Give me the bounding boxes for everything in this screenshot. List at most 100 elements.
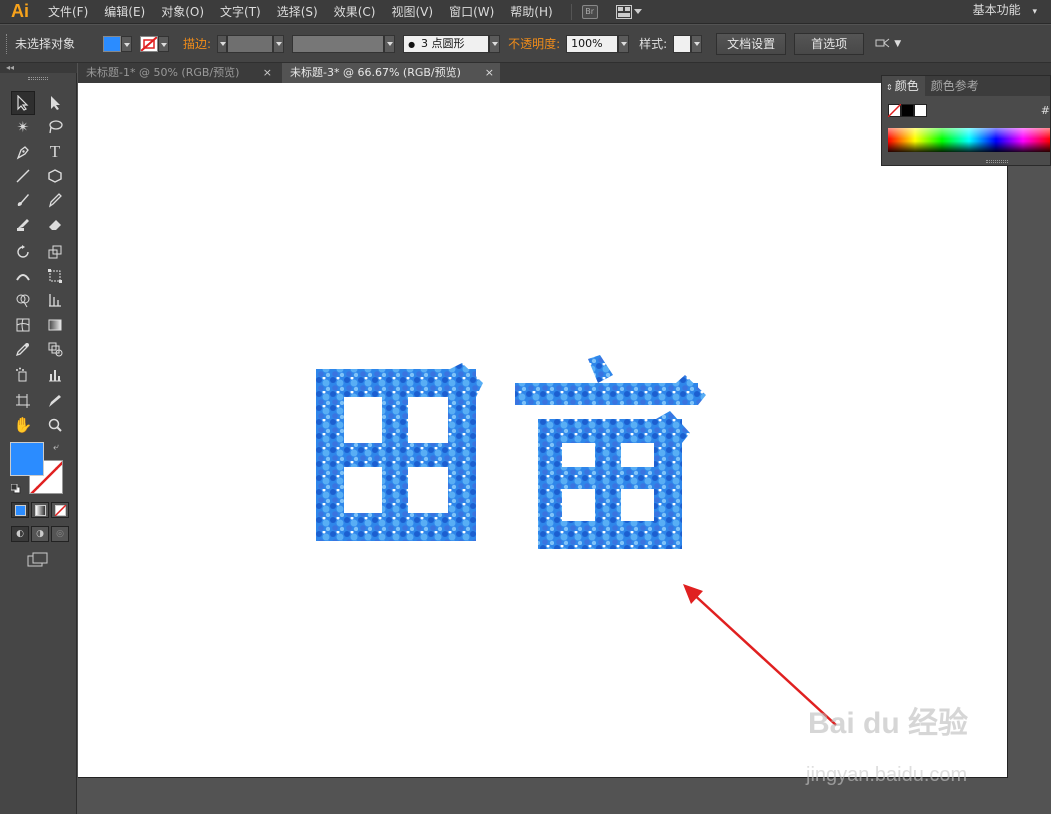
close-icon[interactable]: × bbox=[485, 63, 494, 83]
screen-mode-icon[interactable] bbox=[27, 552, 49, 571]
fill-swatch[interactable] bbox=[103, 35, 122, 52]
selection-tool-icon[interactable] bbox=[11, 91, 35, 115]
arrange-documents-button[interactable] bbox=[615, 4, 642, 19]
rotate-tool-icon[interactable] bbox=[11, 240, 35, 264]
blob-brush-tool-icon[interactable] bbox=[11, 212, 35, 236]
column-graph-tool-icon[interactable] bbox=[43, 363, 67, 387]
gradient-mode-button[interactable] bbox=[31, 502, 49, 518]
color-mode-button[interactable] bbox=[11, 502, 29, 518]
variable-width-field[interactable] bbox=[292, 34, 385, 53]
stroke-weight-field[interactable] bbox=[227, 34, 274, 53]
color-mode-buttons bbox=[11, 502, 69, 518]
tab-color-guide[interactable]: 颜色参考 bbox=[925, 76, 985, 96]
none-swatch-icon[interactable] bbox=[888, 104, 901, 117]
menu-type[interactable]: 文字(T) bbox=[212, 0, 269, 24]
direct-selection-tool-icon[interactable] bbox=[43, 91, 67, 115]
workspace-label: 基本功能 bbox=[972, 3, 1021, 17]
mesh-tool-icon[interactable] bbox=[11, 313, 35, 337]
menu-help[interactable]: 帮助(H) bbox=[502, 0, 560, 24]
fill-dropdown[interactable] bbox=[121, 35, 133, 52]
lasso-tool-icon[interactable] bbox=[43, 115, 67, 139]
style-swatch[interactable] bbox=[673, 34, 692, 53]
stroke-swatch[interactable] bbox=[140, 35, 159, 52]
paintbrush-tool-icon[interactable] bbox=[11, 188, 35, 212]
draw-normal-icon[interactable]: ◐ bbox=[11, 526, 29, 542]
width-tool-icon[interactable] bbox=[11, 264, 35, 288]
style-dropdown[interactable] bbox=[691, 34, 703, 53]
free-transform-tool-icon[interactable] bbox=[43, 264, 67, 288]
black-swatch[interactable] bbox=[901, 104, 914, 117]
menu-window[interactable]: 窗口(W) bbox=[441, 0, 502, 24]
panel-resize-grip[interactable] bbox=[986, 160, 1008, 163]
color-spectrum[interactable] bbox=[888, 128, 1050, 152]
opacity-field[interactable]: 100% bbox=[566, 34, 619, 53]
shape-builder-tool-icon[interactable] bbox=[11, 288, 35, 312]
blend-tool-icon[interactable] bbox=[43, 337, 67, 361]
stroke-weight-stepper[interactable] bbox=[217, 34, 228, 53]
baidu-watermark-brand: Bai du 经验 bbox=[808, 707, 969, 740]
opacity-dropdown[interactable] bbox=[618, 34, 630, 53]
scale-tool-icon[interactable] bbox=[43, 240, 67, 264]
menu-edit[interactable]: 编辑(E) bbox=[96, 0, 153, 24]
tab-untitled-3[interactable]: 未标题-3* @ 66.67% (RGB/预览) × bbox=[282, 63, 500, 83]
menu-select[interactable]: 选择(S) bbox=[269, 0, 326, 24]
collapse-toolbar-icon[interactable]: ◂◂ bbox=[0, 63, 77, 73]
menu-file[interactable]: 文件(F) bbox=[40, 0, 96, 24]
white-swatch[interactable] bbox=[914, 104, 927, 117]
toolbar-grip[interactable] bbox=[28, 77, 48, 80]
color-panel-tabs: ⇕ 颜色 颜色参考 bbox=[882, 76, 1050, 96]
menu-separator bbox=[570, 3, 572, 20]
color-panel: ⇕ 颜色 颜色参考 # bbox=[881, 75, 1051, 166]
stroke-weight-dropdown[interactable] bbox=[273, 34, 285, 53]
perspective-grid-tool-icon[interactable] bbox=[43, 288, 67, 312]
symbol-sprayer-tool-icon[interactable] bbox=[11, 363, 35, 387]
grip-handle[interactable] bbox=[6, 33, 9, 54]
artboard-tool-icon[interactable] bbox=[11, 389, 35, 413]
eraser-tool-icon[interactable] bbox=[43, 212, 67, 236]
chevron-down-icon bbox=[633, 8, 642, 14]
opacity-label[interactable]: 不透明度: bbox=[508, 35, 560, 52]
gradient-tool-icon[interactable] bbox=[43, 313, 67, 337]
eyedropper-tool-icon[interactable] bbox=[11, 337, 35, 361]
line-segment-tool-icon[interactable] bbox=[11, 164, 35, 188]
app-logo: Ai bbox=[11, 1, 29, 21]
workspace-switcher[interactable]: 基本功能 ▾ bbox=[973, 0, 1037, 22]
default-colors-icon[interactable] bbox=[10, 483, 21, 494]
zoom-tool-icon[interactable] bbox=[43, 413, 67, 437]
magic-wand-tool-icon[interactable]: ✴ bbox=[11, 115, 35, 139]
type-tool-icon[interactable]: T bbox=[43, 140, 67, 164]
draw-inside-icon[interactable]: ◎ bbox=[51, 526, 69, 542]
draw-behind-icon[interactable]: ◑ bbox=[31, 526, 49, 542]
glyph-mu[interactable] bbox=[515, 355, 706, 549]
tab-untitled-1[interactable]: 未标题-1* @ 50% (RGB/预览) × bbox=[78, 63, 278, 83]
close-icon[interactable]: × bbox=[263, 63, 272, 83]
tab-color[interactable]: ⇕ 颜色 bbox=[882, 76, 925, 96]
document-setup-button[interactable]: 文档设置 bbox=[716, 32, 787, 55]
panel-menu-button[interactable]: ▼ bbox=[874, 37, 901, 51]
hex-label: # bbox=[1040, 104, 1050, 117]
none-fill-icon bbox=[54, 504, 66, 516]
stroke-dropdown[interactable] bbox=[158, 35, 170, 52]
menu-object[interactable]: 对象(O) bbox=[153, 0, 212, 24]
artboard-canvas[interactable] bbox=[78, 83, 1008, 778]
chevron-down-icon: ▼ bbox=[894, 38, 902, 49]
variable-width-dropdown[interactable] bbox=[384, 34, 396, 53]
fill-color-box[interactable] bbox=[10, 442, 44, 476]
stroke-label[interactable]: 描边: bbox=[183, 35, 211, 52]
brush-dropdown[interactable] bbox=[489, 34, 501, 53]
pencil-tool-icon[interactable] bbox=[43, 188, 67, 212]
control-bar: 未选择对象 描边: ● 3 点圆形 不透明度: 100% 样式: 文档设置 首选项… bbox=[0, 25, 1051, 63]
hand-tool-icon[interactable]: ✋ bbox=[11, 413, 35, 437]
pen-tool-icon[interactable] bbox=[11, 140, 35, 164]
menu-effect[interactable]: 效果(C) bbox=[326, 0, 384, 24]
preferences-button[interactable]: 首选项 bbox=[794, 32, 865, 55]
slice-tool-icon[interactable] bbox=[43, 389, 67, 413]
expand-arrows-icon: ⇕ bbox=[886, 83, 893, 92]
glyph-tian[interactable] bbox=[316, 363, 483, 541]
menu-view[interactable]: 视图(V) bbox=[383, 0, 441, 24]
brush-field[interactable]: ● 3 点圆形 bbox=[403, 34, 490, 53]
swap-colors-icon[interactable]: ⤶ bbox=[53, 442, 59, 453]
polygon-tool-icon[interactable] bbox=[43, 164, 67, 188]
bridge-button[interactable]: Br bbox=[581, 4, 598, 19]
none-mode-button[interactable] bbox=[51, 502, 69, 518]
